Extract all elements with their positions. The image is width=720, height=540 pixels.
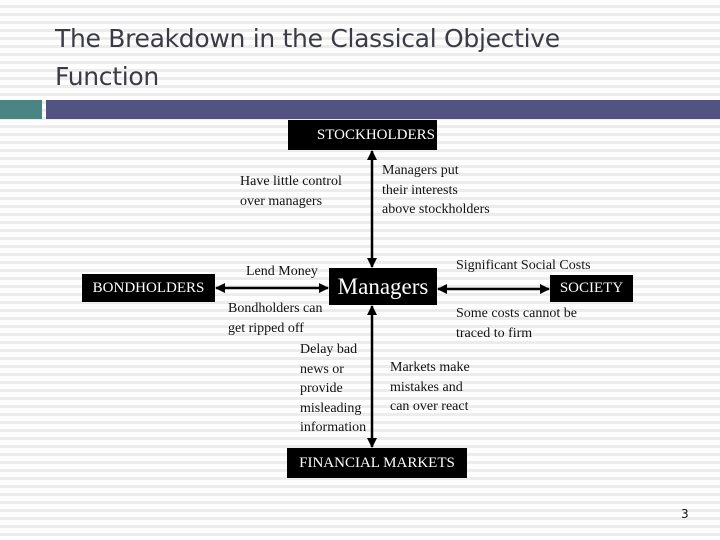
node-society: SOCIETY	[550, 275, 633, 302]
label-line: their interests	[382, 182, 458, 198]
label-line: misleading	[300, 400, 362, 416]
page-number: 3	[681, 507, 689, 521]
label-line: get ripped off	[228, 320, 304, 336]
label-line: traced to firm	[456, 325, 533, 341]
label-line: information	[300, 420, 367, 435]
label-line: news or	[300, 361, 344, 377]
label-line: Some costs cannot be	[456, 306, 577, 321]
node-stockholders: STOCKHOLDERS	[288, 120, 437, 150]
label-markets-make-mistakes: Markets make mistakes and can over react	[390, 358, 470, 417]
label-line: mistakes and	[390, 379, 463, 395]
label-line: provide	[300, 381, 343, 396]
label-ripped-off: Bondholders can get ripped off	[228, 299, 322, 338]
label-line: can over react	[390, 399, 469, 414]
node-bondholders: BONDHOLDERS	[82, 274, 215, 302]
label-line: Markets make	[390, 360, 470, 375]
label-managers-put: Managers put their interests above stock…	[382, 161, 490, 220]
node-managers: Managers	[329, 268, 437, 305]
label-delay-bad-news: Delay bad news or provide misleading inf…	[300, 340, 366, 438]
label-line: over managers	[240, 193, 323, 209]
label-some-costs: Some costs cannot be traced to firm	[456, 304, 577, 343]
label-social-costs: Significant Social Costs	[456, 258, 591, 273]
label-line: Delay bad	[300, 342, 358, 357]
label-line: above stockholders	[382, 202, 490, 217]
label-line: Have little control	[240, 174, 342, 189]
node-financial-markets: FINANCIAL MARKETS	[287, 448, 467, 478]
label-line: Bondholders can	[228, 301, 323, 316]
label-lend-money: Lend Money	[246, 264, 318, 279]
label-little-control: Have little control over managers	[240, 172, 342, 211]
label-line: Managers put	[382, 163, 459, 178]
